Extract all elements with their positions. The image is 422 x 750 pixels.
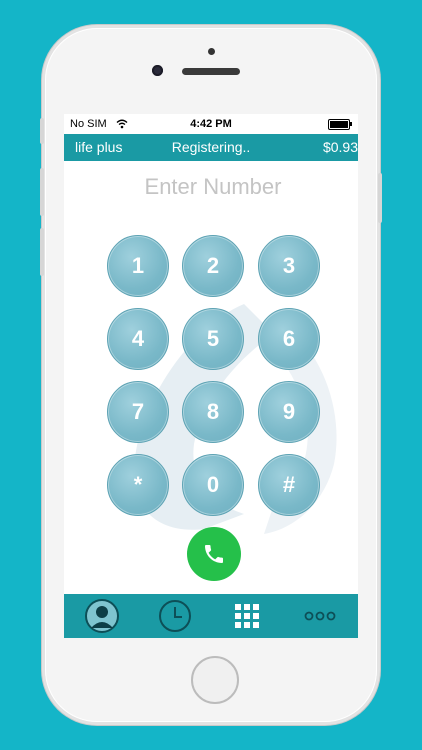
front-camera (152, 65, 163, 76)
volume-down-button (40, 228, 44, 276)
keypad-grid-icon (235, 604, 259, 628)
clock: 4:42 PM (190, 118, 232, 130)
balance-amount: $0.93 (322, 139, 358, 155)
keypad-key-1[interactable]: 1 (107, 235, 169, 297)
proximity-sensor (208, 48, 215, 55)
keypad-key-9[interactable]: 9 (258, 381, 320, 443)
earpiece-speaker (182, 68, 240, 75)
recents-clock-icon (159, 600, 191, 632)
tab-contacts[interactable] (84, 598, 120, 634)
tab-recents[interactable] (157, 598, 193, 634)
keypad-key-8[interactable]: 8 (182, 381, 244, 443)
keypad-key-2[interactable]: 2 (182, 235, 244, 297)
mute-switch (40, 118, 44, 144)
power-button (378, 173, 382, 223)
registration-status: Registering.. (171, 139, 251, 155)
keypad-key-5[interactable]: 5 (182, 308, 244, 370)
keypad-key-0[interactable]: 0 (182, 454, 244, 516)
phone-icon (205, 545, 223, 563)
keypad-key-4[interactable]: 4 (107, 308, 169, 370)
tab-keypad[interactable] (229, 598, 265, 634)
phone-number-input[interactable] (64, 168, 358, 206)
keypad-key-hash[interactable]: # (258, 454, 320, 516)
status-bar: No SIM 4:42 PM (64, 114, 358, 134)
home-button[interactable] (191, 656, 239, 704)
call-button[interactable] (187, 527, 241, 581)
battery-icon (328, 119, 352, 130)
app-header: life plus Registering.. $0.93 (64, 134, 358, 161)
keypad-key-6[interactable]: 6 (258, 308, 320, 370)
contacts-icon (85, 599, 119, 633)
bottom-tab-bar (64, 594, 358, 638)
tab-more[interactable] (302, 598, 338, 634)
app-screen: No SIM 4:42 PM life plus Registering.. $… (64, 114, 358, 638)
volume-up-button (40, 168, 44, 216)
keypad-key-7[interactable]: 7 (107, 381, 169, 443)
more-dots-icon (304, 611, 336, 621)
keypad-key-star[interactable]: * (107, 454, 169, 516)
keypad-key-3[interactable]: 3 (258, 235, 320, 297)
